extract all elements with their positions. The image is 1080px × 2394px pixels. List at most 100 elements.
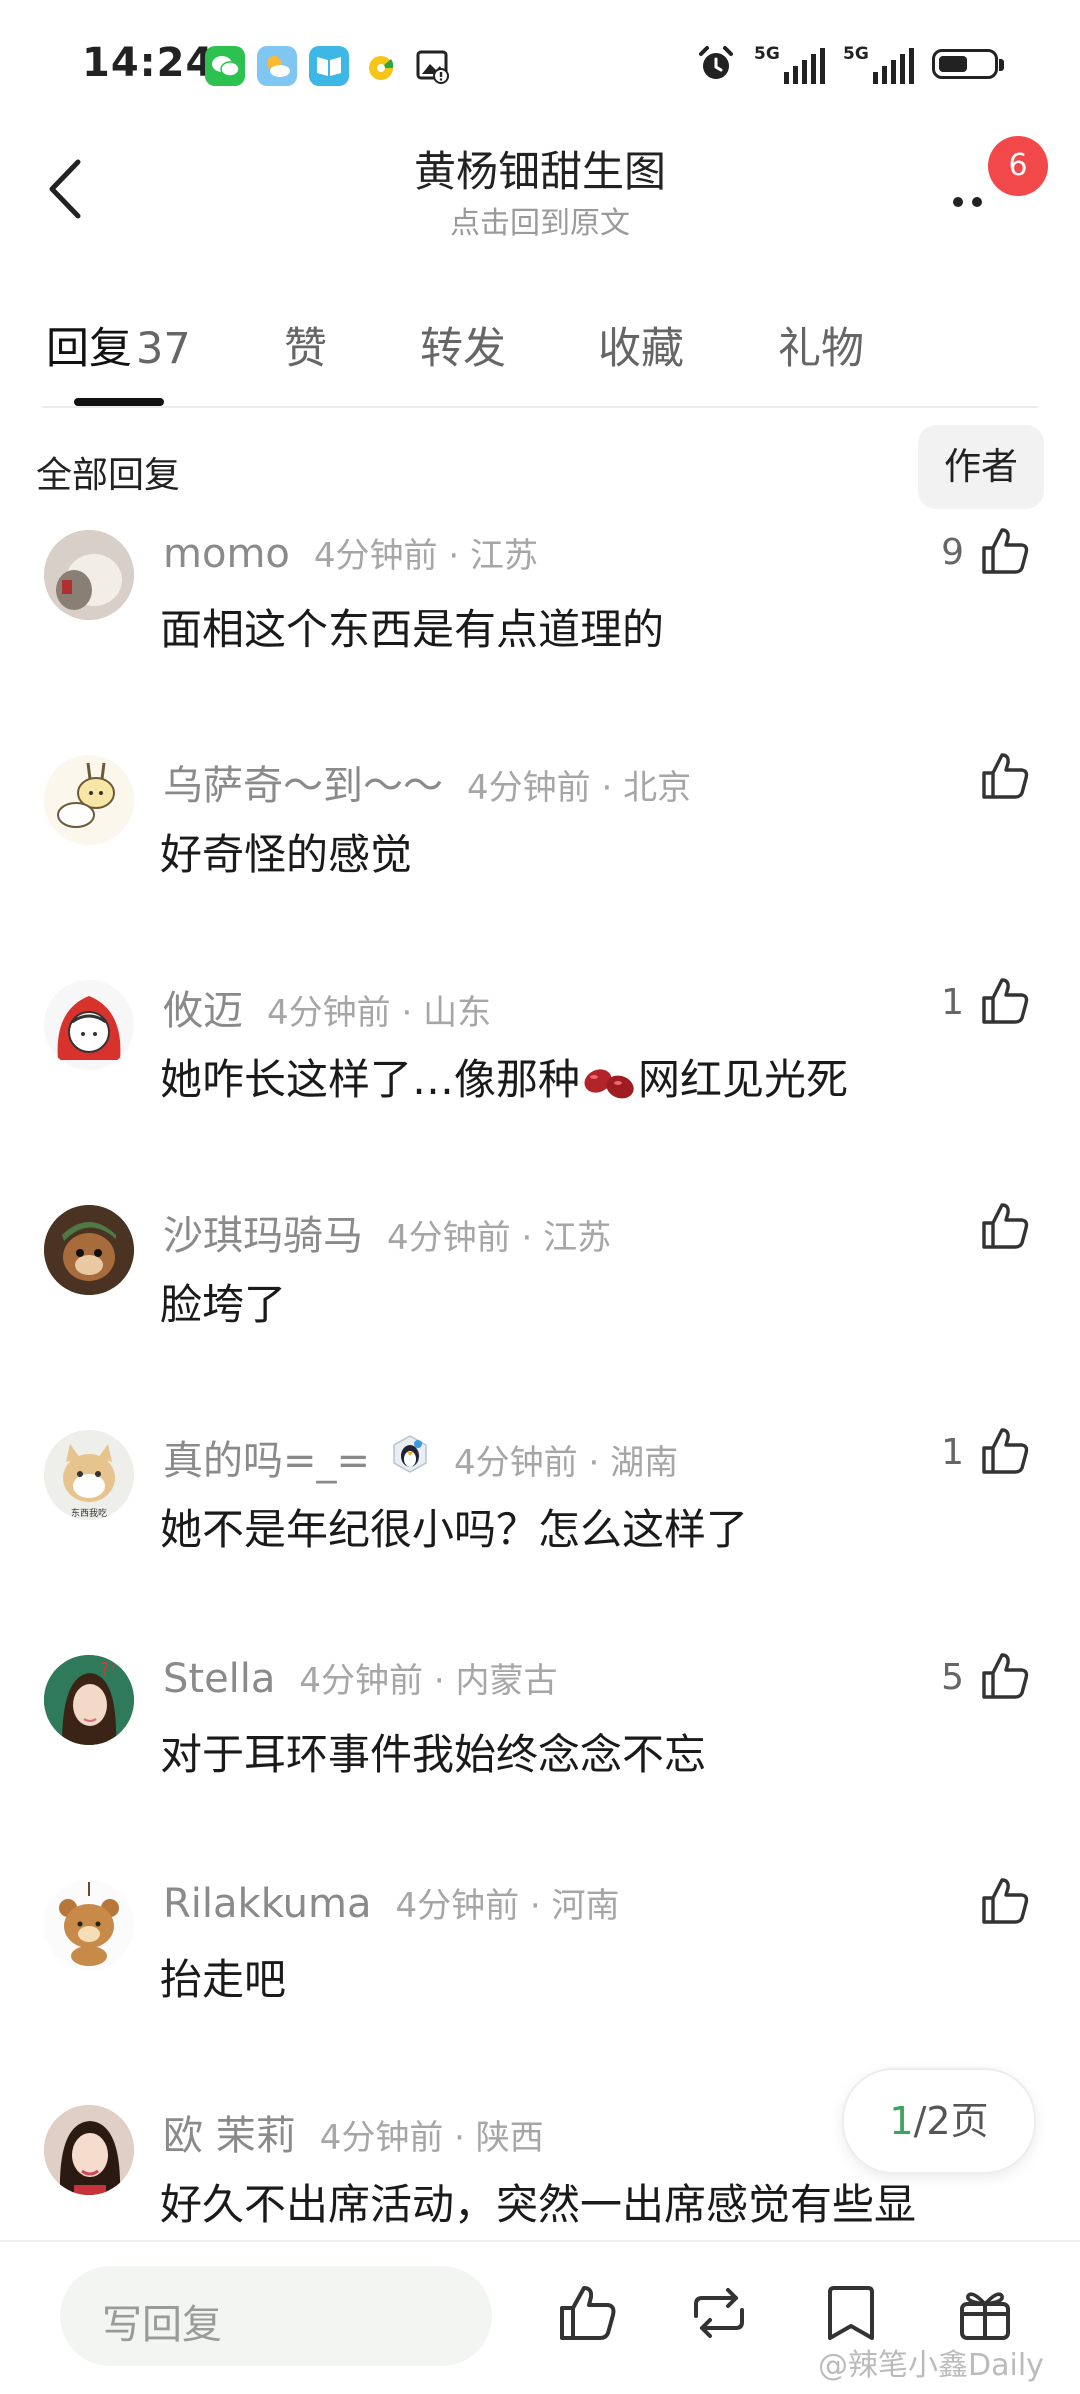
username[interactable]: Rilakkuma (163, 1881, 371, 1927)
status-time: 14:24 (82, 40, 215, 86)
tab-likes[interactable]: 赞 (284, 314, 327, 376)
tab-replies[interactable]: 回复37 (46, 314, 191, 376)
tab-label: 回复 (46, 324, 132, 374)
comment-location: 北京 (623, 768, 692, 808)
comment-text-part: 网红见光死 (638, 1055, 849, 1104)
penguin-badge-icon (393, 1435, 427, 1473)
avatar[interactable] (44, 2105, 134, 2195)
comment-text: 面相这个东西是有点道理的 (160, 605, 665, 654)
page-title[interactable]: 黄杨钿甜生图 (0, 138, 1080, 199)
tab-bar: 回复37 赞 转发 收藏 礼物 (0, 290, 1080, 410)
total-pages: /2页 (913, 2099, 989, 2143)
avatar[interactable] (44, 1205, 134, 1295)
comment-time-location: 4分钟前 · 江苏 (313, 536, 538, 576)
bookmark-icon[interactable] (818, 2280, 884, 2346)
svg-text:东西我吃: 东西我吃 (71, 1507, 107, 1519)
comment-meta: momo 4分钟前 · 江苏 (163, 528, 538, 577)
comment-text: 好久不出席活动，突然一出席感觉有些显 (160, 2180, 917, 2229)
comment-item: ?? Stella 4分钟前 · 内蒙古 5 对于耳环事件我始终念念不忘 (0, 1649, 1080, 1875)
network-label: 5G (843, 44, 869, 64)
tab-count: 37 (136, 324, 191, 374)
comment-time: 4分钟前 (299, 1661, 424, 1701)
comment-time-location: 4分钟前 · 山东 (267, 993, 492, 1033)
comment-location: 江苏 (469, 536, 538, 576)
signal-icon: 5G (843, 44, 914, 84)
thumbs-up-icon[interactable] (978, 1424, 1032, 1478)
comment-time-location: 4分钟前 · 江苏 (387, 1218, 612, 1258)
reply-placeholder: 写回复 (102, 2302, 222, 2348)
lemon-app-icon (361, 46, 401, 86)
avatar[interactable] (44, 530, 134, 620)
thumbs-up-icon[interactable] (978, 1199, 1032, 1253)
comment-meta: 真的吗=_= 4分钟前 · 湖南 (163, 1428, 678, 1486)
author-filter-button[interactable]: 作者 (918, 425, 1044, 509)
thumbs-up-icon[interactable] (978, 749, 1032, 803)
username[interactable]: 攸迈 (163, 978, 243, 1036)
comment-text: 好奇怪的感觉 (160, 830, 413, 879)
tab-reposts[interactable]: 转发 (420, 314, 506, 376)
comment-time-location: 4分钟前 · 内蒙古 (299, 1661, 558, 1701)
top-nav-bar: 黄杨钿甜生图 点击回到原文 6 (0, 130, 1080, 250)
thumbs-up-icon[interactable] (554, 2280, 620, 2346)
like-count: 1 (941, 982, 964, 1023)
username[interactable]: Stella (163, 1656, 275, 1702)
red-bean-emoji-icon (584, 1068, 634, 1098)
divider (42, 406, 1038, 408)
comment-item: 沙琪玛骑马 4分钟前 · 江苏 脸垮了 (0, 1199, 1080, 1425)
comment-time-location: 4分钟前 · 湖南 (454, 1443, 679, 1483)
reply-input[interactable]: 写回复 (60, 2266, 492, 2366)
comment-meta: 沙琪玛骑马 4分钟前 · 江苏 (163, 1203, 611, 1261)
svg-text:?: ? (110, 1659, 117, 1675)
comment-time: 4分钟前 (454, 1443, 578, 1483)
comment-time: 4分钟前 (313, 536, 438, 576)
thumbs-up-icon[interactable] (978, 524, 1032, 578)
watermark: @辣笔小鑫Daily (818, 2348, 1044, 2383)
comment-text: 脸垮了 (160, 1280, 287, 1329)
comment-meta: Stella 4分钟前 · 内蒙古 (163, 1653, 558, 1702)
thumbs-up-icon[interactable] (978, 1649, 1032, 1703)
filter-all-replies[interactable]: 全部回复 (36, 446, 180, 498)
comment-location: 湖南 (610, 1443, 679, 1483)
notification-badge[interactable]: 6 (988, 136, 1048, 196)
like-count: 1 (941, 1432, 964, 1473)
thumbs-up-icon[interactable] (978, 974, 1032, 1028)
comment-time: 4分钟前 (467, 768, 591, 808)
thumbs-up-icon[interactable] (978, 1874, 1032, 1928)
username[interactable]: 沙琪玛骑马 (163, 1203, 363, 1261)
avatar[interactable]: 东西我吃 (44, 1430, 134, 1520)
alarm-icon (699, 46, 733, 79)
comment-location: 河南 (551, 1886, 620, 1926)
avatar[interactable] (44, 1880, 134, 1970)
comment-time-location: 4分钟前 · 陕西 (319, 2118, 544, 2158)
avatar[interactable] (44, 980, 134, 1070)
avatar[interactable]: ?? (44, 1655, 134, 1745)
username[interactable]: momo (163, 531, 290, 577)
gift-icon[interactable] (952, 2280, 1018, 2346)
comment-text-part: 她咋长这样了…像那种 (160, 1055, 581, 1104)
comment-location: 陕西 (475, 2118, 544, 2158)
comment-time: 4分钟前 (395, 1886, 520, 1926)
comment-location: 内蒙古 (455, 1661, 558, 1701)
username[interactable]: 乌萨奇～到～～ (163, 753, 443, 811)
system-status-icons: 5G 5G (696, 44, 1004, 84)
username[interactable]: 欧 茉莉 (163, 2103, 296, 2161)
comment-time: 4分钟前 (387, 1218, 511, 1258)
comment-item: Rilakkuma 4分钟前 · 河南 抬走吧 (0, 1874, 1080, 2100)
comment-location: 山东 (423, 993, 492, 1033)
comment-item: 攸迈 4分钟前 · 山东 1 她咋长这样了…像那种 网红见光死 (0, 974, 1080, 1200)
username[interactable]: 真的吗=_= (163, 1428, 370, 1486)
comment-meta: 欧 茉莉 4分钟前 · 陕西 (163, 2103, 544, 2161)
wechat-icon (205, 46, 245, 86)
comment-location: 江苏 (543, 1218, 612, 1258)
page-indicator-button[interactable]: 1/2页 (842, 2068, 1036, 2174)
repost-icon[interactable] (686, 2280, 752, 2346)
comment-time: 4分钟前 (267, 993, 391, 1033)
comment-time: 4分钟前 (319, 2118, 444, 2158)
comment-meta: 乌萨奇～到～～ 4分钟前 · 北京 (163, 753, 691, 811)
back-to-original-link[interactable]: 点击回到原文 (0, 198, 1080, 242)
avatar[interactable] (44, 755, 134, 845)
comment-time-location: 4分钟前 · 河南 (395, 1886, 620, 1926)
tab-favorites[interactable]: 收藏 (598, 314, 684, 376)
comment-text: 她咋长这样了…像那种 网红见光死 (160, 1046, 848, 1107)
tab-gifts[interactable]: 礼物 (778, 314, 864, 376)
